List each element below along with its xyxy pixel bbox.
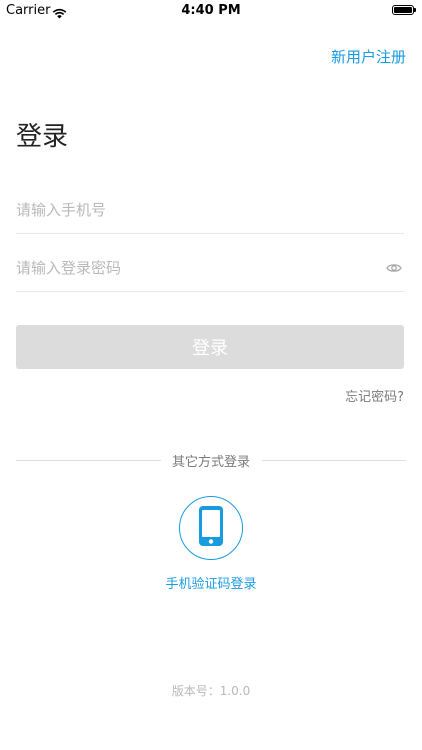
battery-cap	[414, 8, 416, 12]
status-bar: Carrier 4:40 PM	[0, 0, 422, 22]
battery-fill	[394, 7, 412, 13]
phone-input[interactable]	[16, 190, 346, 230]
forgot-password-link[interactable]: 忘记密码?	[345, 386, 404, 405]
status-time: 4:40 PM	[181, 3, 241, 18]
password-input[interactable]	[16, 248, 346, 288]
login-button[interactable]: 登录	[16, 325, 404, 369]
page-title: 登录	[16, 122, 69, 152]
sms-login-button[interactable]: 手机验证码登录	[0, 496, 422, 592]
sms-login-circle[interactable]	[179, 496, 243, 560]
version-label: 版本号：1.0.0	[171, 684, 251, 698]
password-field	[16, 248, 404, 292]
eye-icon[interactable]	[386, 260, 402, 276]
smartphone-icon	[199, 506, 223, 550]
phone-field	[16, 190, 404, 234]
sms-login-label[interactable]: 手机验证码登录	[0, 573, 422, 592]
battery-icon	[392, 5, 416, 15]
divider-line-right	[262, 460, 406, 461]
register-link[interactable]: 新用户注册	[331, 46, 406, 67]
